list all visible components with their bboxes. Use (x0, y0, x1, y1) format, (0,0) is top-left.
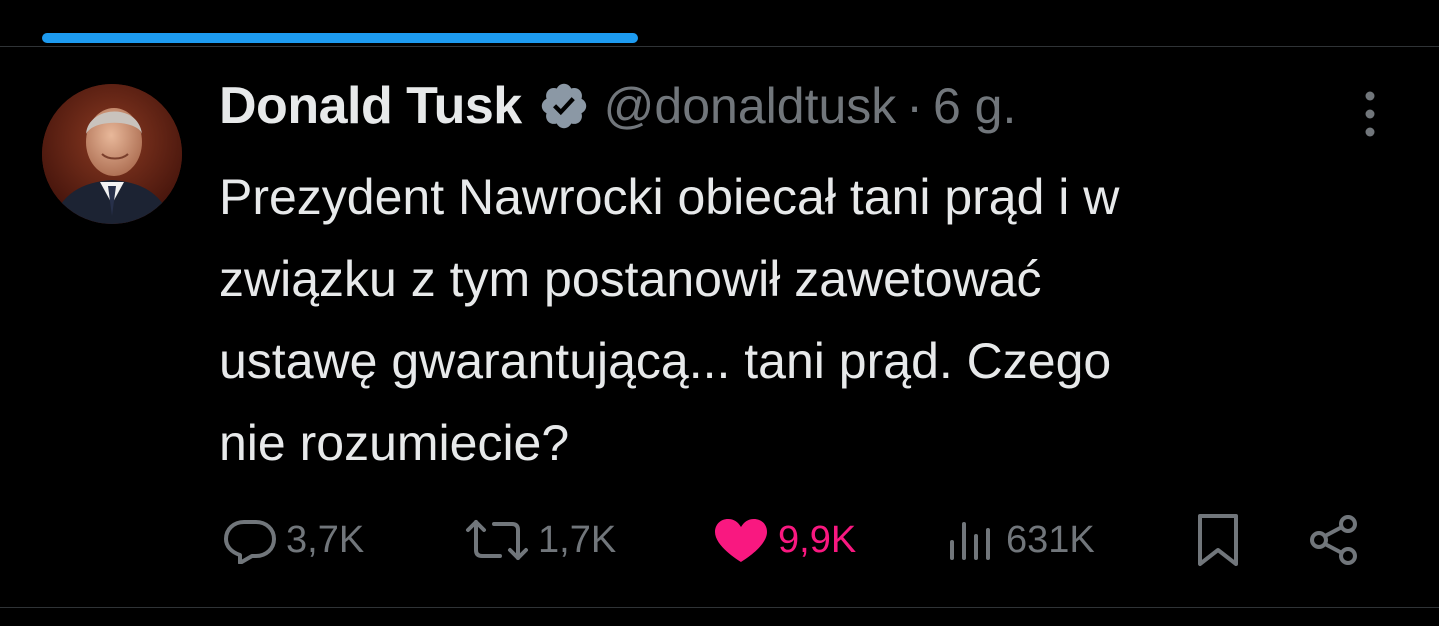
author-name[interactable]: Donald Tusk (219, 76, 522, 136)
heart-icon (712, 516, 770, 564)
like-button[interactable]: 9,9K (712, 508, 856, 572)
share-icon (1306, 512, 1362, 568)
views-bar-icon (944, 516, 998, 564)
author-handle[interactable]: @donaldtusk (604, 77, 897, 135)
avatar[interactable] (42, 84, 182, 224)
active-tab-indicator (42, 33, 638, 43)
profile-photo (42, 84, 182, 224)
tab-bar (0, 0, 1439, 48)
repost-icon (464, 516, 530, 564)
tweet-text: Prezydent Nawrocki obiecał tani prąd i w… (219, 169, 1120, 471)
more-options-icon[interactable] (1352, 90, 1388, 138)
repost-count: 1,7K (538, 518, 617, 561)
timestamp[interactable]: 6 g. (933, 77, 1016, 135)
reply-bubble-icon (222, 516, 278, 564)
separator-dot: · (906, 78, 923, 134)
verified-badge-icon (538, 80, 590, 132)
share-button[interactable] (1306, 508, 1362, 572)
tab-divider (0, 46, 1439, 47)
like-count: 9,9K (778, 518, 857, 561)
tweet[interactable]: Donald Tusk @donaldtusk · 6 g. Prezydent… (0, 48, 1439, 606)
tweet-actions: 3,7K 1,7K 9,9K 631K (0, 508, 1439, 572)
reply-count: 3,7K (286, 518, 365, 561)
reply-button[interactable]: 3,7K (222, 508, 364, 572)
bookmark-icon (1194, 512, 1242, 568)
bookmark-button[interactable] (1194, 508, 1242, 572)
repost-button[interactable]: 1,7K (464, 508, 616, 572)
views-button[interactable]: 631K (944, 508, 1095, 572)
views-count: 631K (1006, 518, 1095, 561)
bottom-divider (0, 607, 1439, 608)
tweet-header: Donald Tusk @donaldtusk · 6 g. (219, 76, 1016, 136)
